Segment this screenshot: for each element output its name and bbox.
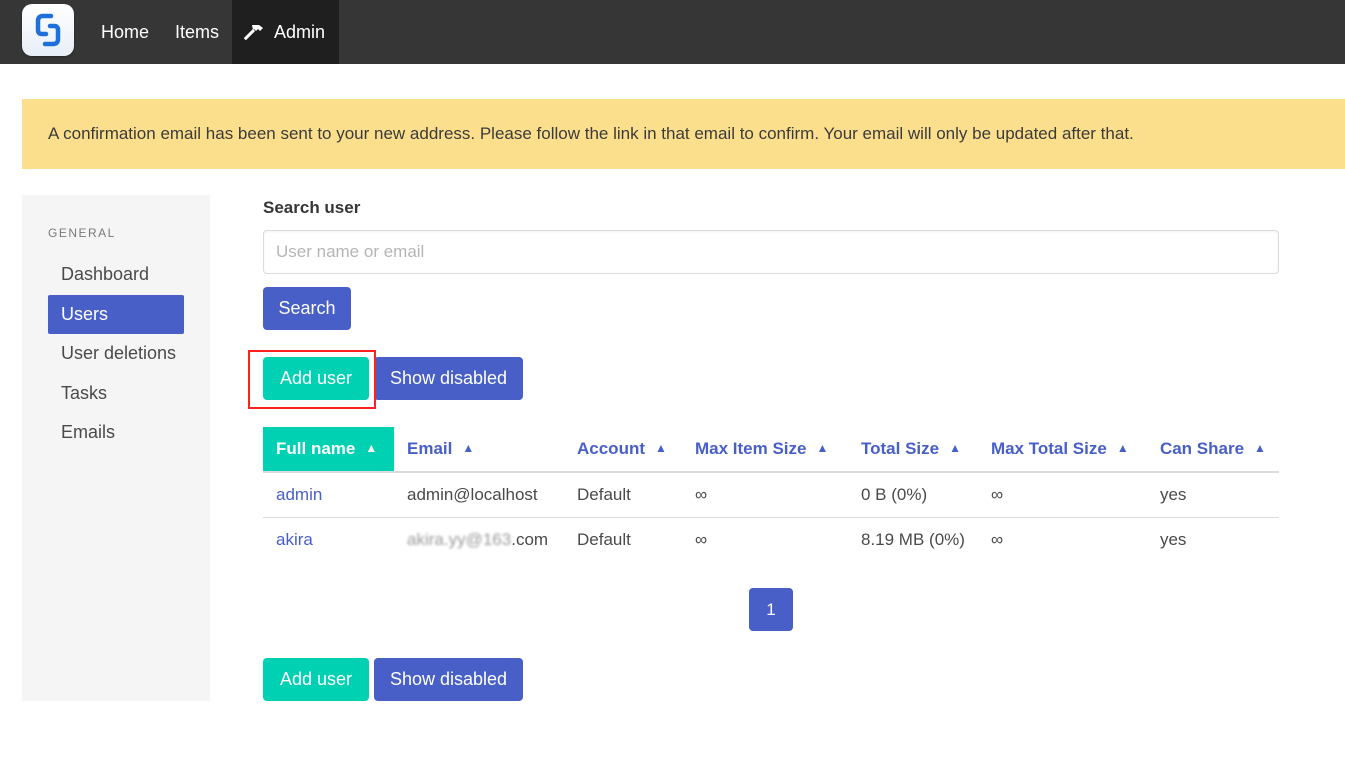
- sort-asc-icon: ▲: [949, 441, 961, 455]
- table-row: admin admin@localhost Default ∞ 0 B (0%)…: [263, 472, 1279, 518]
- nav-admin[interactable]: Admin: [232, 0, 340, 64]
- column-header-max-total-size[interactable]: Max Total Size ▲: [977, 427, 1147, 473]
- cell-email: akira.yy@163.com: [407, 529, 549, 549]
- sidebar-item-dashboard[interactable]: Dashboard: [48, 255, 184, 294]
- show-disabled-button-bottom[interactable]: Show disabled: [374, 658, 523, 701]
- cell-email: admin@localhost: [394, 472, 564, 518]
- column-header-can-share[interactable]: Can Share ▲: [1146, 427, 1279, 473]
- cell-can-share: yes: [1159, 529, 1187, 549]
- add-user-button-top[interactable]: Add user: [263, 357, 369, 400]
- sidebar-item-tasks[interactable]: Tasks: [48, 374, 184, 413]
- sort-asc-icon: ▲: [655, 441, 667, 455]
- add-user-button-bottom[interactable]: Add user: [263, 658, 369, 701]
- notification-text: A confirmation email has been sent to yo…: [48, 124, 1134, 143]
- search-input[interactable]: [263, 230, 1279, 274]
- cell-max-item-size: ∞: [682, 472, 848, 518]
- cell-max-total-size: ∞: [977, 472, 1147, 518]
- cell-total-size: 0 B (0%): [848, 472, 978, 518]
- show-disabled-button-top[interactable]: Show disabled: [374, 357, 523, 400]
- blurred-email-part: akira.yy@163: [407, 529, 512, 549]
- table-row: akira akira.yy@163.com Default ∞ 8.19 MB…: [263, 517, 1279, 562]
- column-header-account[interactable]: Account ▲: [564, 427, 682, 473]
- sort-asc-icon: ▲: [816, 441, 829, 455]
- sidebar: GENERAL Dashboard Users User deletions T…: [22, 195, 210, 701]
- sort-asc-icon: ▲: [1116, 441, 1129, 455]
- email-domain-suffix: com: [515, 529, 549, 549]
- top-navbar: Home Items Admin: [0, 0, 1345, 64]
- cell-account: Default: [564, 472, 682, 518]
- cell-full-name-link[interactable]: akira: [263, 517, 394, 562]
- sort-asc-icon: ▲: [1254, 441, 1266, 455]
- users-table: Full name ▲ Email ▲ Account ▲ Max Item Size…: [263, 427, 1279, 562]
- cell-can-share: yes: [1146, 472, 1279, 518]
- nav-items[interactable]: Items: [162, 0, 232, 64]
- sidebar-section-label: GENERAL: [48, 226, 116, 240]
- sidebar-item-users[interactable]: Users: [48, 294, 184, 334]
- table-header-row: Full name ▲ Email ▲ Account ▲ Max Item Size…: [263, 427, 1279, 473]
- sidebar-item-user-deletions[interactable]: User deletions: [48, 334, 184, 373]
- sidebar-item-emails[interactable]: Emails: [48, 413, 184, 452]
- column-header-max-item-size[interactable]: Max Item Size ▲: [682, 427, 848, 473]
- sort-asc-icon: ▲: [462, 441, 475, 455]
- nav-home[interactable]: Home: [88, 0, 162, 64]
- column-header-full-name[interactable]: Full name ▲: [263, 427, 394, 473]
- sync-logo-icon[interactable]: [22, 4, 74, 56]
- cell-max-item-size: ∞: [695, 529, 708, 549]
- confirmation-notification: A confirmation email has been sent to yo…: [22, 99, 1345, 169]
- cell-total-size: 8.19 MB (0%): [861, 529, 965, 549]
- cell-account: Default: [577, 529, 631, 549]
- cell-max-total-size: ∞: [990, 529, 1004, 549]
- search-user-label: Search user: [263, 198, 361, 217]
- search-button[interactable]: Search: [263, 287, 351, 330]
- nav-admin-label: Admin: [274, 21, 326, 42]
- column-header-email[interactable]: Email ▲: [394, 427, 564, 473]
- pagination-page-1[interactable]: 1: [749, 588, 793, 631]
- column-header-total-size[interactable]: Total Size ▲: [848, 427, 978, 473]
- hammer-icon: [244, 22, 266, 42]
- sidebar-menu: Dashboard Users User deletions Tasks Ema…: [48, 255, 184, 453]
- cell-full-name-link[interactable]: admin: [263, 472, 394, 518]
- sort-asc-icon: ▲: [365, 441, 378, 455]
